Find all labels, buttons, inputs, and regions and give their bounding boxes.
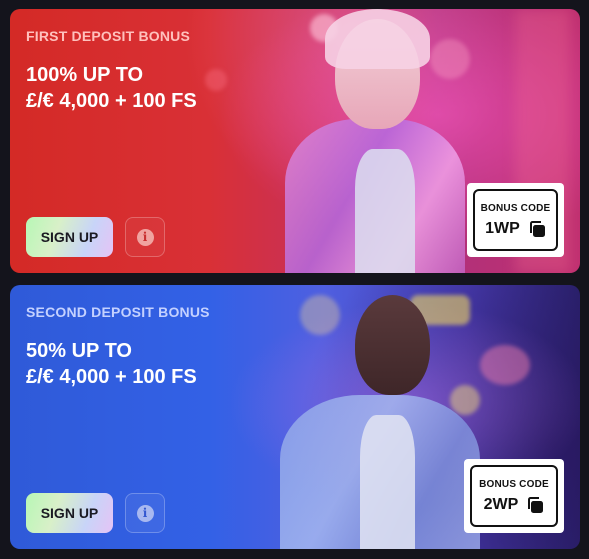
bonus-code-box: BONUS CODE 1WP bbox=[467, 183, 564, 257]
info-icon: i bbox=[136, 504, 154, 522]
info-icon: i bbox=[136, 228, 154, 246]
bokeh-light bbox=[205, 69, 227, 91]
bonus-code-value: 1WP bbox=[485, 219, 520, 237]
bonus-headline-line1: 50% UP TO bbox=[26, 340, 132, 362]
bonus-eyebrow: FIRST DEPOSIT BONUS bbox=[26, 28, 191, 44]
bonus-headline-line2: £/€ 4,000 + 100 FS bbox=[26, 366, 197, 388]
bonus-code-label: BONUS CODE bbox=[480, 202, 551, 214]
copy-icon[interactable] bbox=[528, 220, 546, 238]
bonus-code-value: 2WP bbox=[483, 495, 519, 513]
sign-up-button[interactable]: SIGN UP bbox=[26, 217, 113, 257]
bonus-headline-line1: 100% UP TO bbox=[26, 64, 144, 86]
model-photo bbox=[275, 9, 475, 273]
info-button[interactable]: i bbox=[125, 493, 165, 533]
bonus-headline: 50% UP TO £/€ 4,000 + 100 FS bbox=[26, 338, 197, 390]
bonus-code-copy[interactable]: BONUS CODE 1WP bbox=[473, 189, 558, 251]
bonus-headline-line2: £/€ 4,000 + 100 FS bbox=[26, 90, 197, 112]
info-button[interactable]: i bbox=[125, 217, 165, 257]
sign-up-button[interactable]: SIGN UP bbox=[26, 493, 113, 533]
bokeh-light bbox=[480, 345, 530, 385]
bonus-code-label: BONUS CODE bbox=[479, 478, 549, 490]
copy-icon[interactable] bbox=[526, 496, 544, 514]
second-deposit-bonus-card: SECOND DEPOSIT BONUS 50% UP TO £/€ 4,000… bbox=[10, 285, 580, 549]
bonus-headline: 100% UP TO £/€ 4,000 + 100 FS bbox=[26, 62, 197, 114]
bonus-eyebrow: SECOND DEPOSIT BONUS bbox=[26, 304, 210, 320]
bonus-code-copy[interactable]: BONUS CODE 2WP bbox=[470, 465, 558, 527]
model-photo bbox=[280, 285, 480, 549]
first-deposit-bonus-card: FIRST DEPOSIT BONUS 100% UP TO £/€ 4,000… bbox=[10, 9, 580, 273]
bonus-code-box: BONUS CODE 2WP bbox=[464, 459, 564, 533]
